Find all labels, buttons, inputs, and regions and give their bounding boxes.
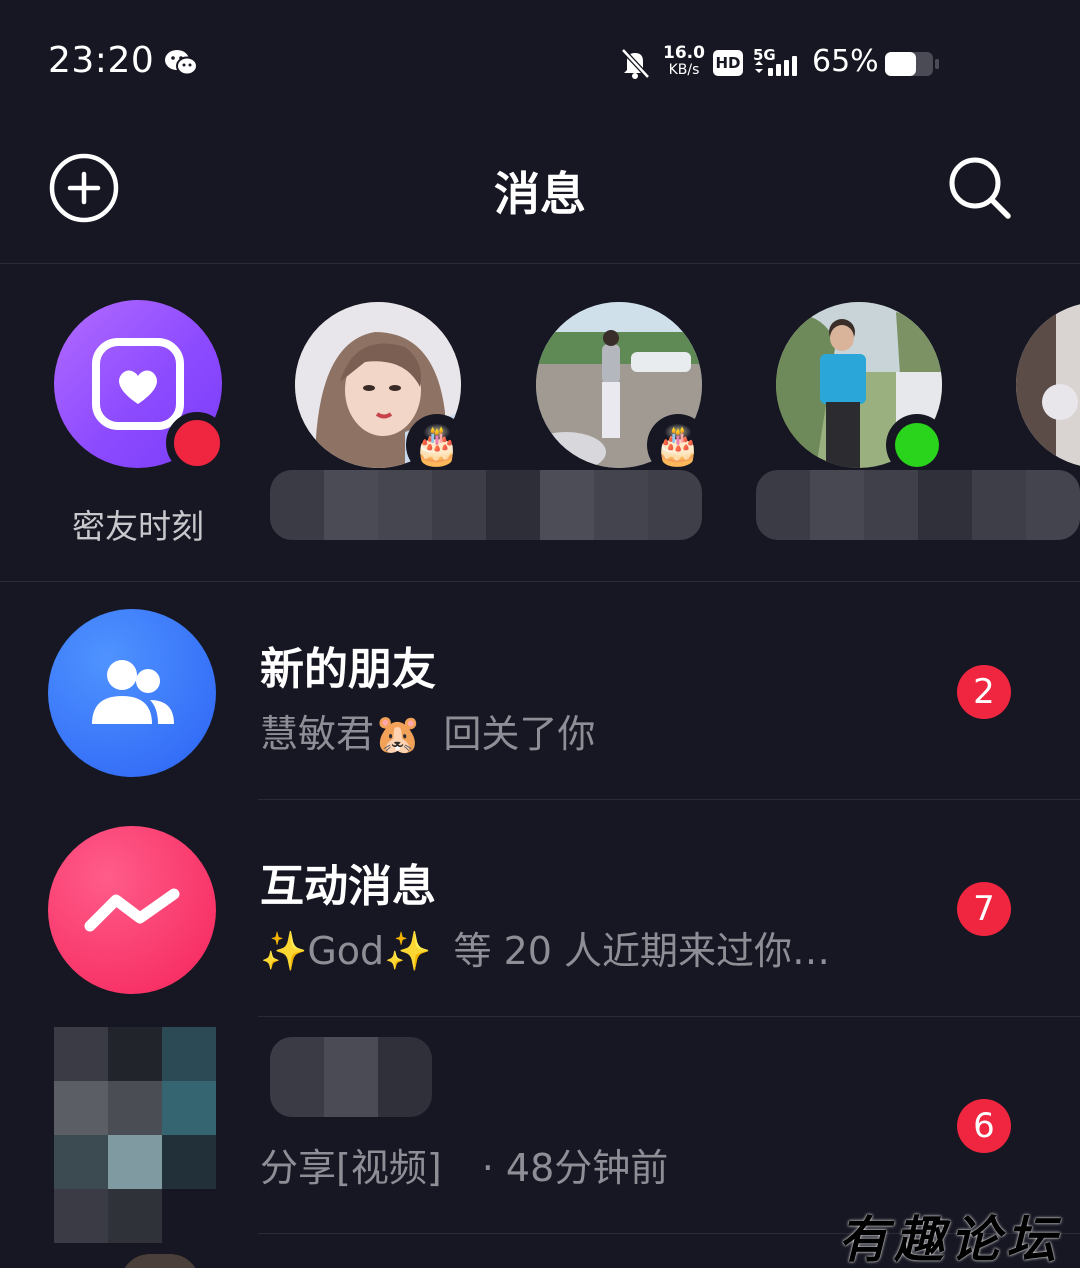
blurred-avatar — [54, 1027, 216, 1243]
subtitle-text: · 48分钟前 — [481, 1146, 669, 1190]
interactions-avatar — [48, 826, 216, 994]
close-friends-label: 密友时刻 — [72, 507, 204, 546]
birthday-badge: 🎂 — [406, 414, 468, 476]
blurred-name — [756, 470, 1080, 540]
conversation-subtitle: 分享[视频] · 48分钟前 — [260, 1137, 668, 1192]
search-icon[interactable] — [944, 152, 1016, 224]
unread-badge: 6 — [957, 1099, 1011, 1153]
bell-muted-icon — [621, 48, 650, 79]
battery-icon — [885, 52, 939, 76]
page-title: 消息 — [494, 167, 586, 221]
people-icon — [92, 660, 174, 724]
conversation-interactions[interactable]: 互动消息 ✨God✨ 等 20 人近期来过你… 7 — [0, 800, 1080, 1017]
online-indicator — [886, 414, 948, 476]
subtitle-name: 分享[视频] — [260, 1146, 442, 1190]
wechat-icon — [165, 50, 198, 76]
header: 消息 — [0, 130, 1080, 264]
subtitle-name: 慧敏君🐹 — [260, 712, 422, 756]
conversation-subtitle: 慧敏君🐹 回关了你 — [260, 703, 595, 758]
stories-row: 密友时刻 🎂 🎂 — [0, 264, 1080, 582]
new-friends-avatar — [48, 609, 216, 777]
conversation-new-friends[interactable]: 新的朋友 慧敏君🐹 回关了你 2 — [0, 583, 1080, 800]
blurred-name — [270, 470, 702, 540]
status-bar: 23:20 16.0 KB/s HD 5G 65% — [0, 0, 1080, 130]
subtitle-text: 回关了你 — [443, 712, 596, 756]
conversation-title: 互动消息 — [260, 861, 436, 912]
signal-icon: 5G — [753, 46, 797, 76]
story-avatar[interactable] — [1016, 302, 1080, 468]
network-speed: 16.0 KB/s — [663, 43, 705, 79]
unread-badge: 7 — [957, 882, 1011, 936]
subtitle-text: 等 20 人近期来过你… — [453, 929, 831, 973]
unread-dot — [166, 412, 228, 474]
subtitle-name: ✨God✨ — [260, 929, 432, 973]
unread-badge: 2 — [957, 665, 1011, 719]
hd-badge: HD — [713, 50, 743, 76]
network-type: 5G — [753, 46, 776, 64]
birthday-badge: 🎂 — [647, 414, 709, 476]
status-time: 23:20 — [48, 40, 155, 81]
close-friends-moment-button[interactable] — [54, 300, 228, 474]
blurred-name — [270, 1037, 432, 1117]
conversation-title: 新的朋友 — [260, 644, 436, 695]
battery-percent: 65% — [812, 44, 879, 79]
zigzag-icon — [84, 888, 180, 932]
watermark: 有趣论坛 — [838, 1210, 1062, 1268]
avatar-photo — [1016, 302, 1080, 468]
next-conversation-avatar[interactable] — [120, 1254, 200, 1268]
conversation-subtitle: ✨God✨ 等 20 人近期来过你… — [260, 920, 830, 975]
heart-square-icon — [92, 338, 184, 430]
